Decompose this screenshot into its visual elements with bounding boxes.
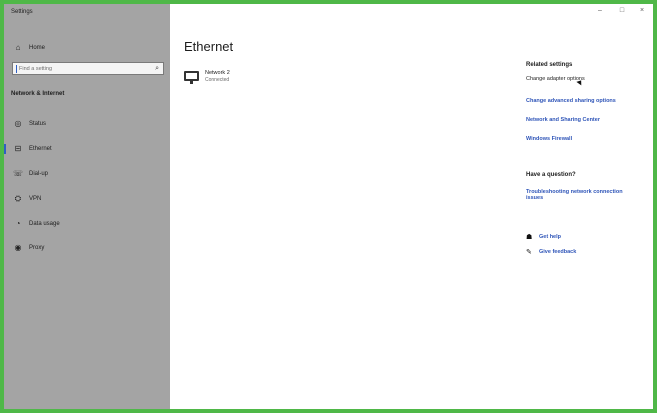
search-input[interactable]: Find a setting ⌕ <box>12 62 164 75</box>
get-help-link[interactable]: ☗ Get help <box>526 233 561 241</box>
sidebar-item-vpn[interactable]: ⛭ VPN <box>4 191 170 207</box>
search-icon[interactable]: ⌕ <box>155 65 159 73</box>
sidebar-item-label: Status <box>29 121 47 127</box>
sidebar-item-status[interactable]: ◎ Status <box>4 116 170 132</box>
troubleshoot-link-line2: issues <box>526 195 544 201</box>
app-title: Settings <box>11 9 33 15</box>
phone-icon: ☏ <box>13 169 24 178</box>
troubleshoot-link[interactable]: Troubleshooting network connection issue… <box>526 189 623 201</box>
advanced-sharing-link[interactable]: Change advanced sharing options <box>526 98 616 104</box>
home-icon: ⌂ <box>15 43 21 52</box>
sidebar-item-proxy[interactable]: ◉ Proxy <box>4 240 170 256</box>
monitor-icon <box>184 71 199 84</box>
proxy-icon: ◉ <box>14 243 22 252</box>
give-feedback-link[interactable]: ✎ Give feedback <box>526 248 576 256</box>
windows-firewall-link[interactable]: Windows Firewall <box>526 136 572 142</box>
sidebar-item-label: Data usage <box>29 221 60 227</box>
text-caret <box>16 64 17 73</box>
ethernet-icon: ⊟ <box>14 144 22 153</box>
sidebar-item-home[interactable]: ⌂ Home <box>4 40 170 56</box>
get-help-icon: ☗ <box>526 234 533 241</box>
give-feedback-label: Give feedback <box>539 249 577 255</box>
question-heading: Have a question? <box>526 172 576 178</box>
sidebar-item-data-usage[interactable]: ◔ Data usage <box>4 216 170 232</box>
feedback-icon: ✎ <box>526 249 532 256</box>
related-settings-heading: Related settings <box>526 62 573 68</box>
page-title: Ethernet <box>184 39 234 54</box>
data-usage-icon: ◔ <box>15 219 21 228</box>
network-name: Network 2 <box>205 70 230 76</box>
app-window: Settings ⌂ Home Find a setting ⌕ Network… <box>0 0 657 413</box>
sidebar-item-dialup[interactable]: ☏ Dial-up <box>4 166 170 182</box>
globe-icon: ◎ <box>14 119 22 128</box>
main-content: – □ × Ethernet Network 2 Connected Relat… <box>170 4 653 409</box>
sidebar-item-label: Ethernet <box>29 146 52 152</box>
active-indicator <box>4 144 6 154</box>
sidebar: Settings ⌂ Home Find a setting ⌕ Network… <box>4 4 170 409</box>
sidebar-item-label: Home <box>29 45 46 51</box>
network-item[interactable]: Network 2 Connected <box>184 70 230 84</box>
maximize-button[interactable]: □ <box>614 7 630 14</box>
sidebar-section-heading: Network & Internet <box>11 91 65 97</box>
get-help-label: Get help <box>539 234 562 240</box>
sidebar-item-label: VPN <box>29 196 42 202</box>
sidebar-item-label: Proxy <box>29 245 45 251</box>
sharing-center-link[interactable]: Network and Sharing Center <box>526 117 600 123</box>
search-placeholder: Find a setting <box>19 65 53 72</box>
vpn-icon: ⛭ <box>14 194 22 203</box>
minimize-button[interactable]: – <box>592 7 608 14</box>
close-button[interactable]: × <box>634 7 650 14</box>
network-status: Connected <box>205 77 230 83</box>
sidebar-item-ethernet[interactable]: ⊟ Ethernet <box>4 141 170 157</box>
sidebar-item-label: Dial-up <box>29 171 49 177</box>
